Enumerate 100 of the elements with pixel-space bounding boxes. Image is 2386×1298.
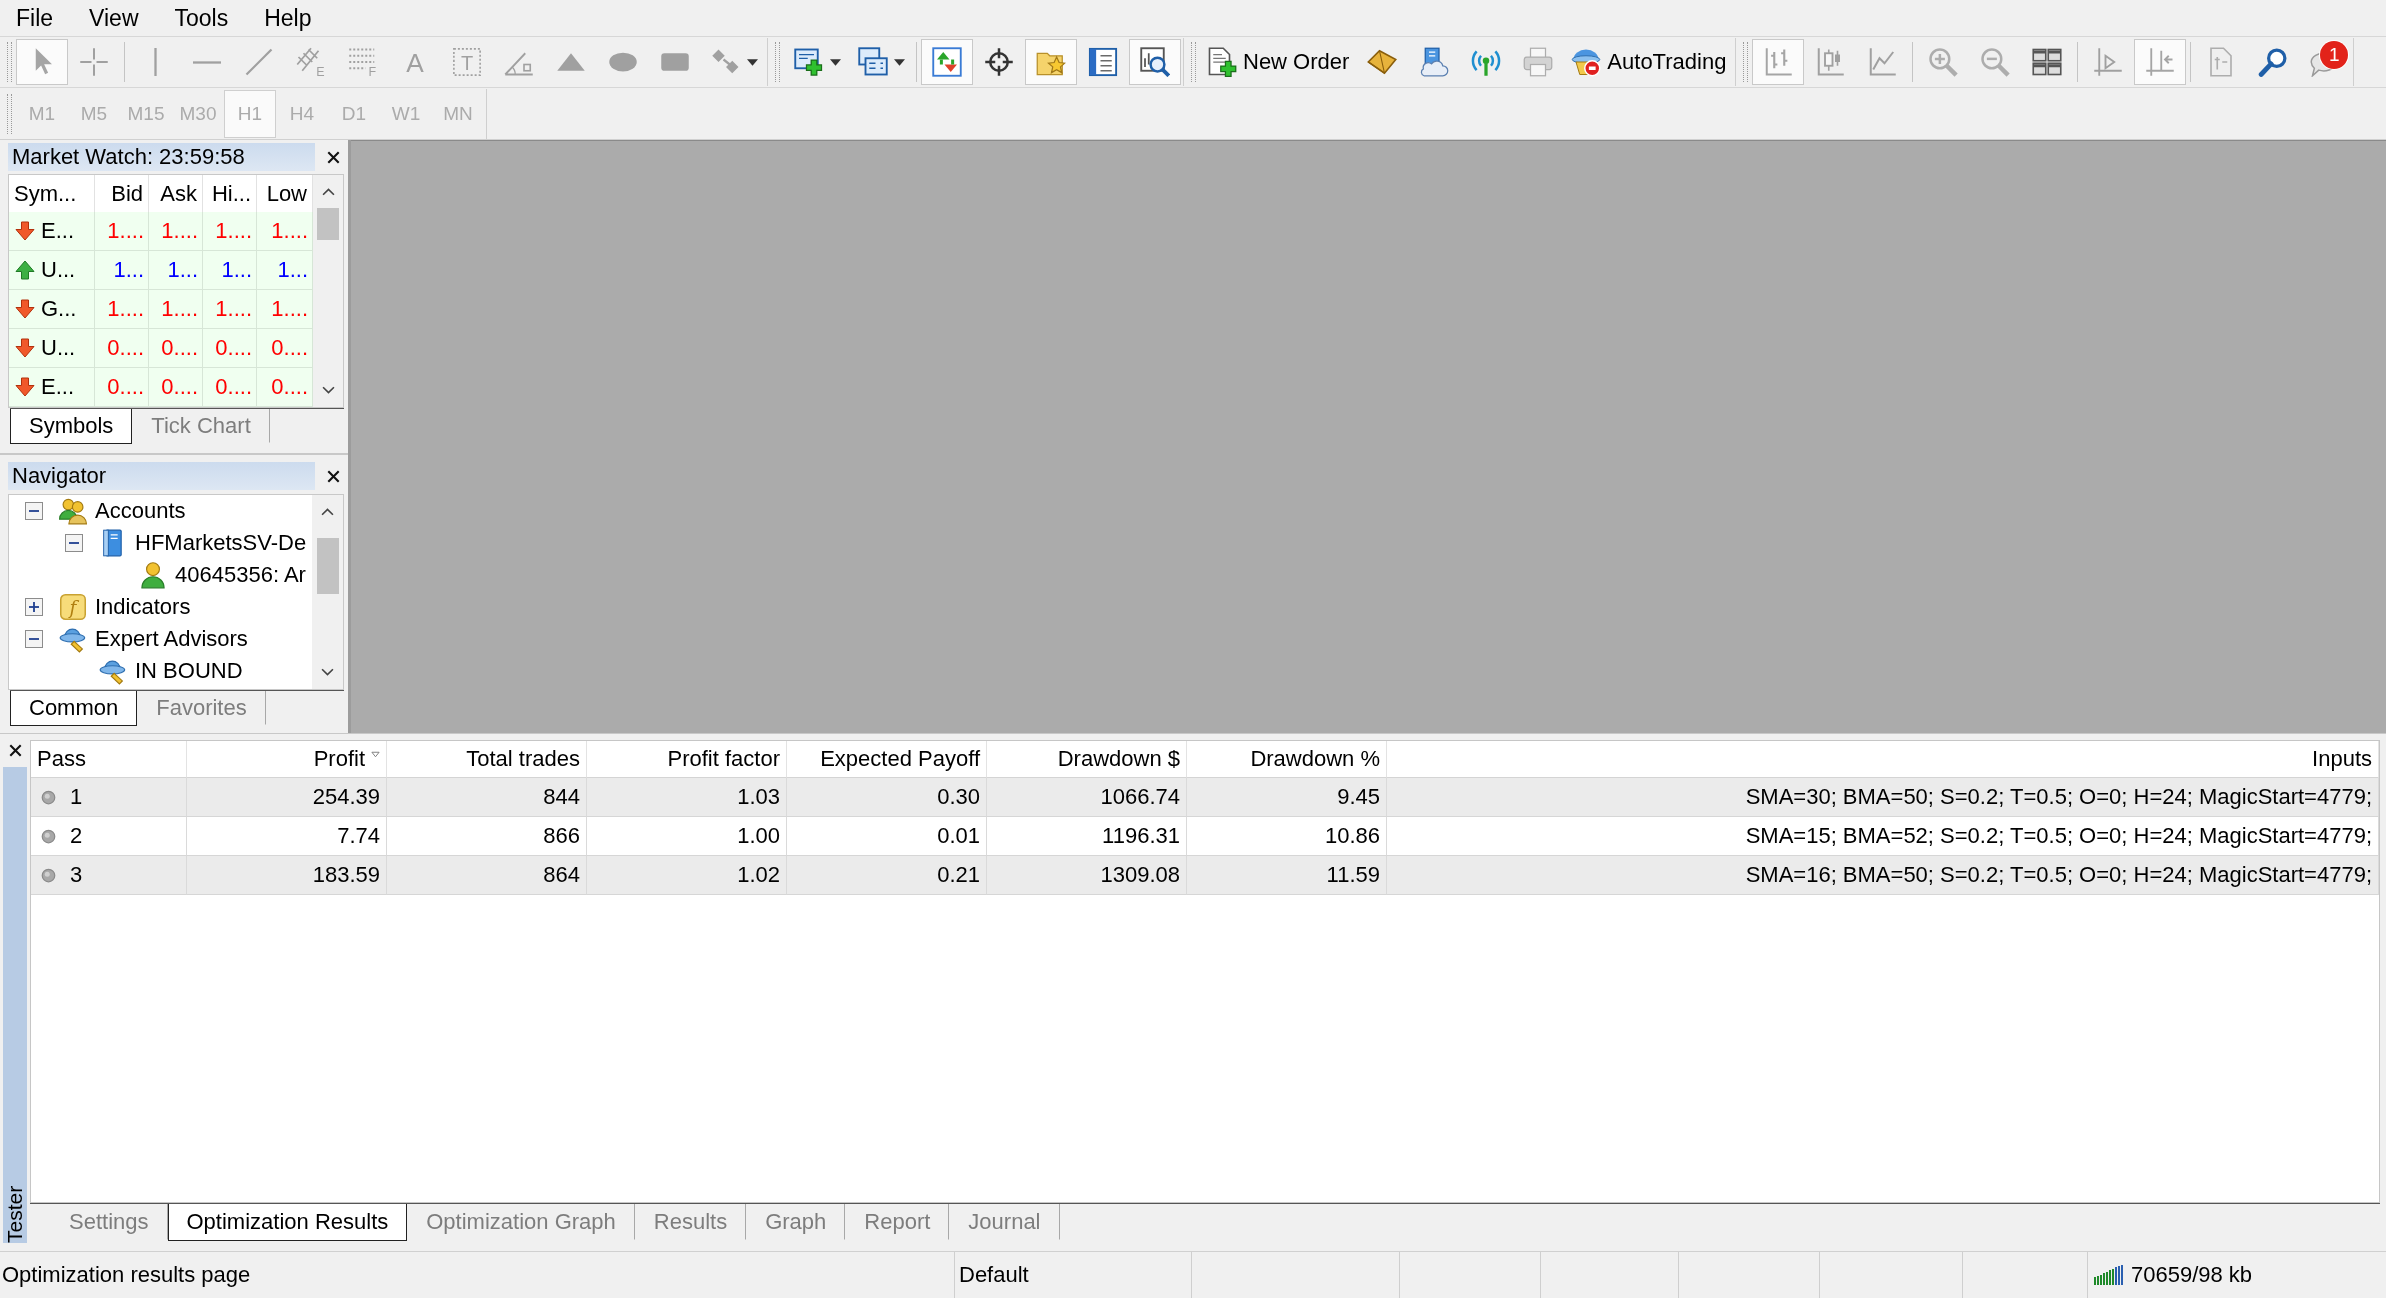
menu-item[interactable]: Tools [160, 2, 243, 34]
table-cell: 1... [149, 251, 203, 290]
scroll-thumb[interactable] [316, 538, 339, 594]
document-plus-icon [1207, 47, 1237, 77]
vertical-line-icon [153, 48, 157, 76]
table-cell: 0.... [95, 329, 149, 368]
table-cell: 1.02 [587, 856, 787, 895]
chevron-down-icon[interactable] [321, 386, 335, 395]
tab[interactable]: Optimization Graph [407, 1204, 635, 1240]
table-cell: 1... [95, 251, 149, 290]
column-header[interactable]: Total trades [387, 741, 587, 778]
tab[interactable]: Journal [949, 1204, 1060, 1240]
tab[interactable]: Graph [746, 1204, 846, 1240]
table-cell: 10.86 [1187, 817, 1387, 856]
symbol-name: E... [41, 218, 74, 244]
cloud-book-icon [1419, 47, 1450, 77]
minus-box-icon[interactable] [25, 630, 43, 648]
tab[interactable]: Common [10, 691, 138, 726]
table-cell: 1309.08 [987, 856, 1187, 895]
tab[interactable]: Tick Chart [132, 409, 270, 443]
table-cell: 0.21 [787, 856, 987, 895]
tree-item[interactable]: Indicators [95, 594, 191, 620]
new-order-button[interactable]: New Order [1200, 39, 1357, 85]
column-header[interactable]: Profit [187, 741, 387, 778]
menu-item[interactable]: Help [250, 2, 326, 34]
scroll-thumb[interactable] [317, 208, 339, 240]
tab[interactable]: Results [634, 1204, 747, 1240]
dome-stop-icon [1571, 47, 1602, 77]
table-cell: 0.... [149, 368, 203, 407]
connection-bars-icon [2094, 1265, 2123, 1285]
column-header[interactable]: Drawdown $ [987, 741, 1187, 778]
table-cell: 1... [257, 251, 313, 290]
rectangle-icon [660, 52, 690, 72]
table-cell: 1.... [95, 212, 149, 251]
minus-box-icon[interactable] [65, 534, 83, 552]
horizontal-line-icon [193, 60, 221, 64]
table-cell: 0.... [203, 368, 257, 407]
close-icon[interactable] [327, 469, 340, 483]
table-cell: 1.... [149, 212, 203, 251]
tree-item[interactable]: Accounts [95, 498, 186, 524]
pass-dot-icon [41, 828, 56, 844]
market-watch-button[interactable] [921, 39, 973, 85]
autoscroll-icon [2145, 47, 2176, 77]
table-cell: 1.... [203, 212, 257, 251]
column-header[interactable]: Profit factor [587, 741, 787, 778]
strategy-tester-button[interactable] [1129, 39, 1181, 85]
column-header[interactable]: Drawdown % [1187, 741, 1387, 778]
close-icon[interactable] [327, 150, 340, 164]
tree-item[interactable]: Expert Advisors [95, 626, 248, 652]
table-cell: 864 [387, 856, 587, 895]
hat-icon [59, 625, 87, 653]
minus-box-icon[interactable] [25, 502, 43, 520]
hat-icon [99, 657, 127, 685]
autotrading-button[interactable]: AutoTrading [1564, 39, 1734, 85]
tree-item[interactable]: IN BOUND [135, 658, 243, 684]
pass-number: 3 [70, 862, 83, 888]
tab[interactable]: Settings [50, 1204, 168, 1240]
bar-chart-icon [1763, 47, 1794, 77]
text-icon: A [400, 47, 430, 77]
traffic-text: 70659/98 kb [2131, 1262, 2253, 1288]
pass-number: 2 [70, 823, 83, 849]
tab[interactable]: Favorites [137, 691, 266, 725]
table-cell: 0.... [257, 368, 313, 407]
chevron-up-icon[interactable] [321, 187, 335, 196]
tree-item[interactable]: 40645356: Ar [175, 562, 306, 588]
crosshair-icon [79, 47, 109, 77]
target-icon [984, 47, 1014, 77]
tab[interactable]: Symbols [10, 409, 133, 444]
tree-item[interactable]: HFMarketsSV-De [135, 530, 307, 556]
candlestick-icon [1815, 47, 1846, 77]
menu-item[interactable]: View [75, 2, 153, 34]
search-icon [2258, 47, 2289, 77]
table-cell: 0.... [149, 329, 203, 368]
table-cell: 1... [203, 251, 257, 290]
close-icon[interactable] [8, 744, 22, 757]
plus-box-icon[interactable] [25, 598, 43, 616]
tab[interactable]: Report [845, 1204, 950, 1240]
tab[interactable]: Optimization Results [167, 1204, 408, 1241]
caret-icon [830, 58, 841, 66]
column-header[interactable]: Inputs [1387, 741, 2379, 778]
triangle-icon [556, 52, 586, 72]
table-cell: 1.... [257, 290, 313, 329]
printer-icon [1523, 47, 1554, 77]
panel-title: Navigator [8, 462, 315, 490]
caret-icon [894, 58, 905, 66]
menu-item[interactable]: File [2, 2, 68, 34]
column-header[interactable]: Expected Payoff [787, 741, 987, 778]
notifications-button[interactable]: 1 [2299, 39, 2352, 85]
profile-name: Default [955, 1252, 1192, 1298]
list-window-icon [1088, 47, 1118, 77]
column-header[interactable]: Pass [31, 741, 187, 778]
vertical-scrollbar[interactable] [312, 495, 343, 689]
table-cell: 866 [387, 817, 587, 856]
vertical-scrollbar[interactable] [313, 175, 343, 407]
diamond-icon [1367, 47, 1398, 77]
chart-plus-icon [794, 47, 824, 77]
chevron-up-icon[interactable] [321, 507, 334, 516]
tile-grid-icon [2032, 47, 2063, 77]
chevron-down-icon[interactable] [321, 668, 334, 677]
table-cell: 183.59 [187, 856, 387, 895]
